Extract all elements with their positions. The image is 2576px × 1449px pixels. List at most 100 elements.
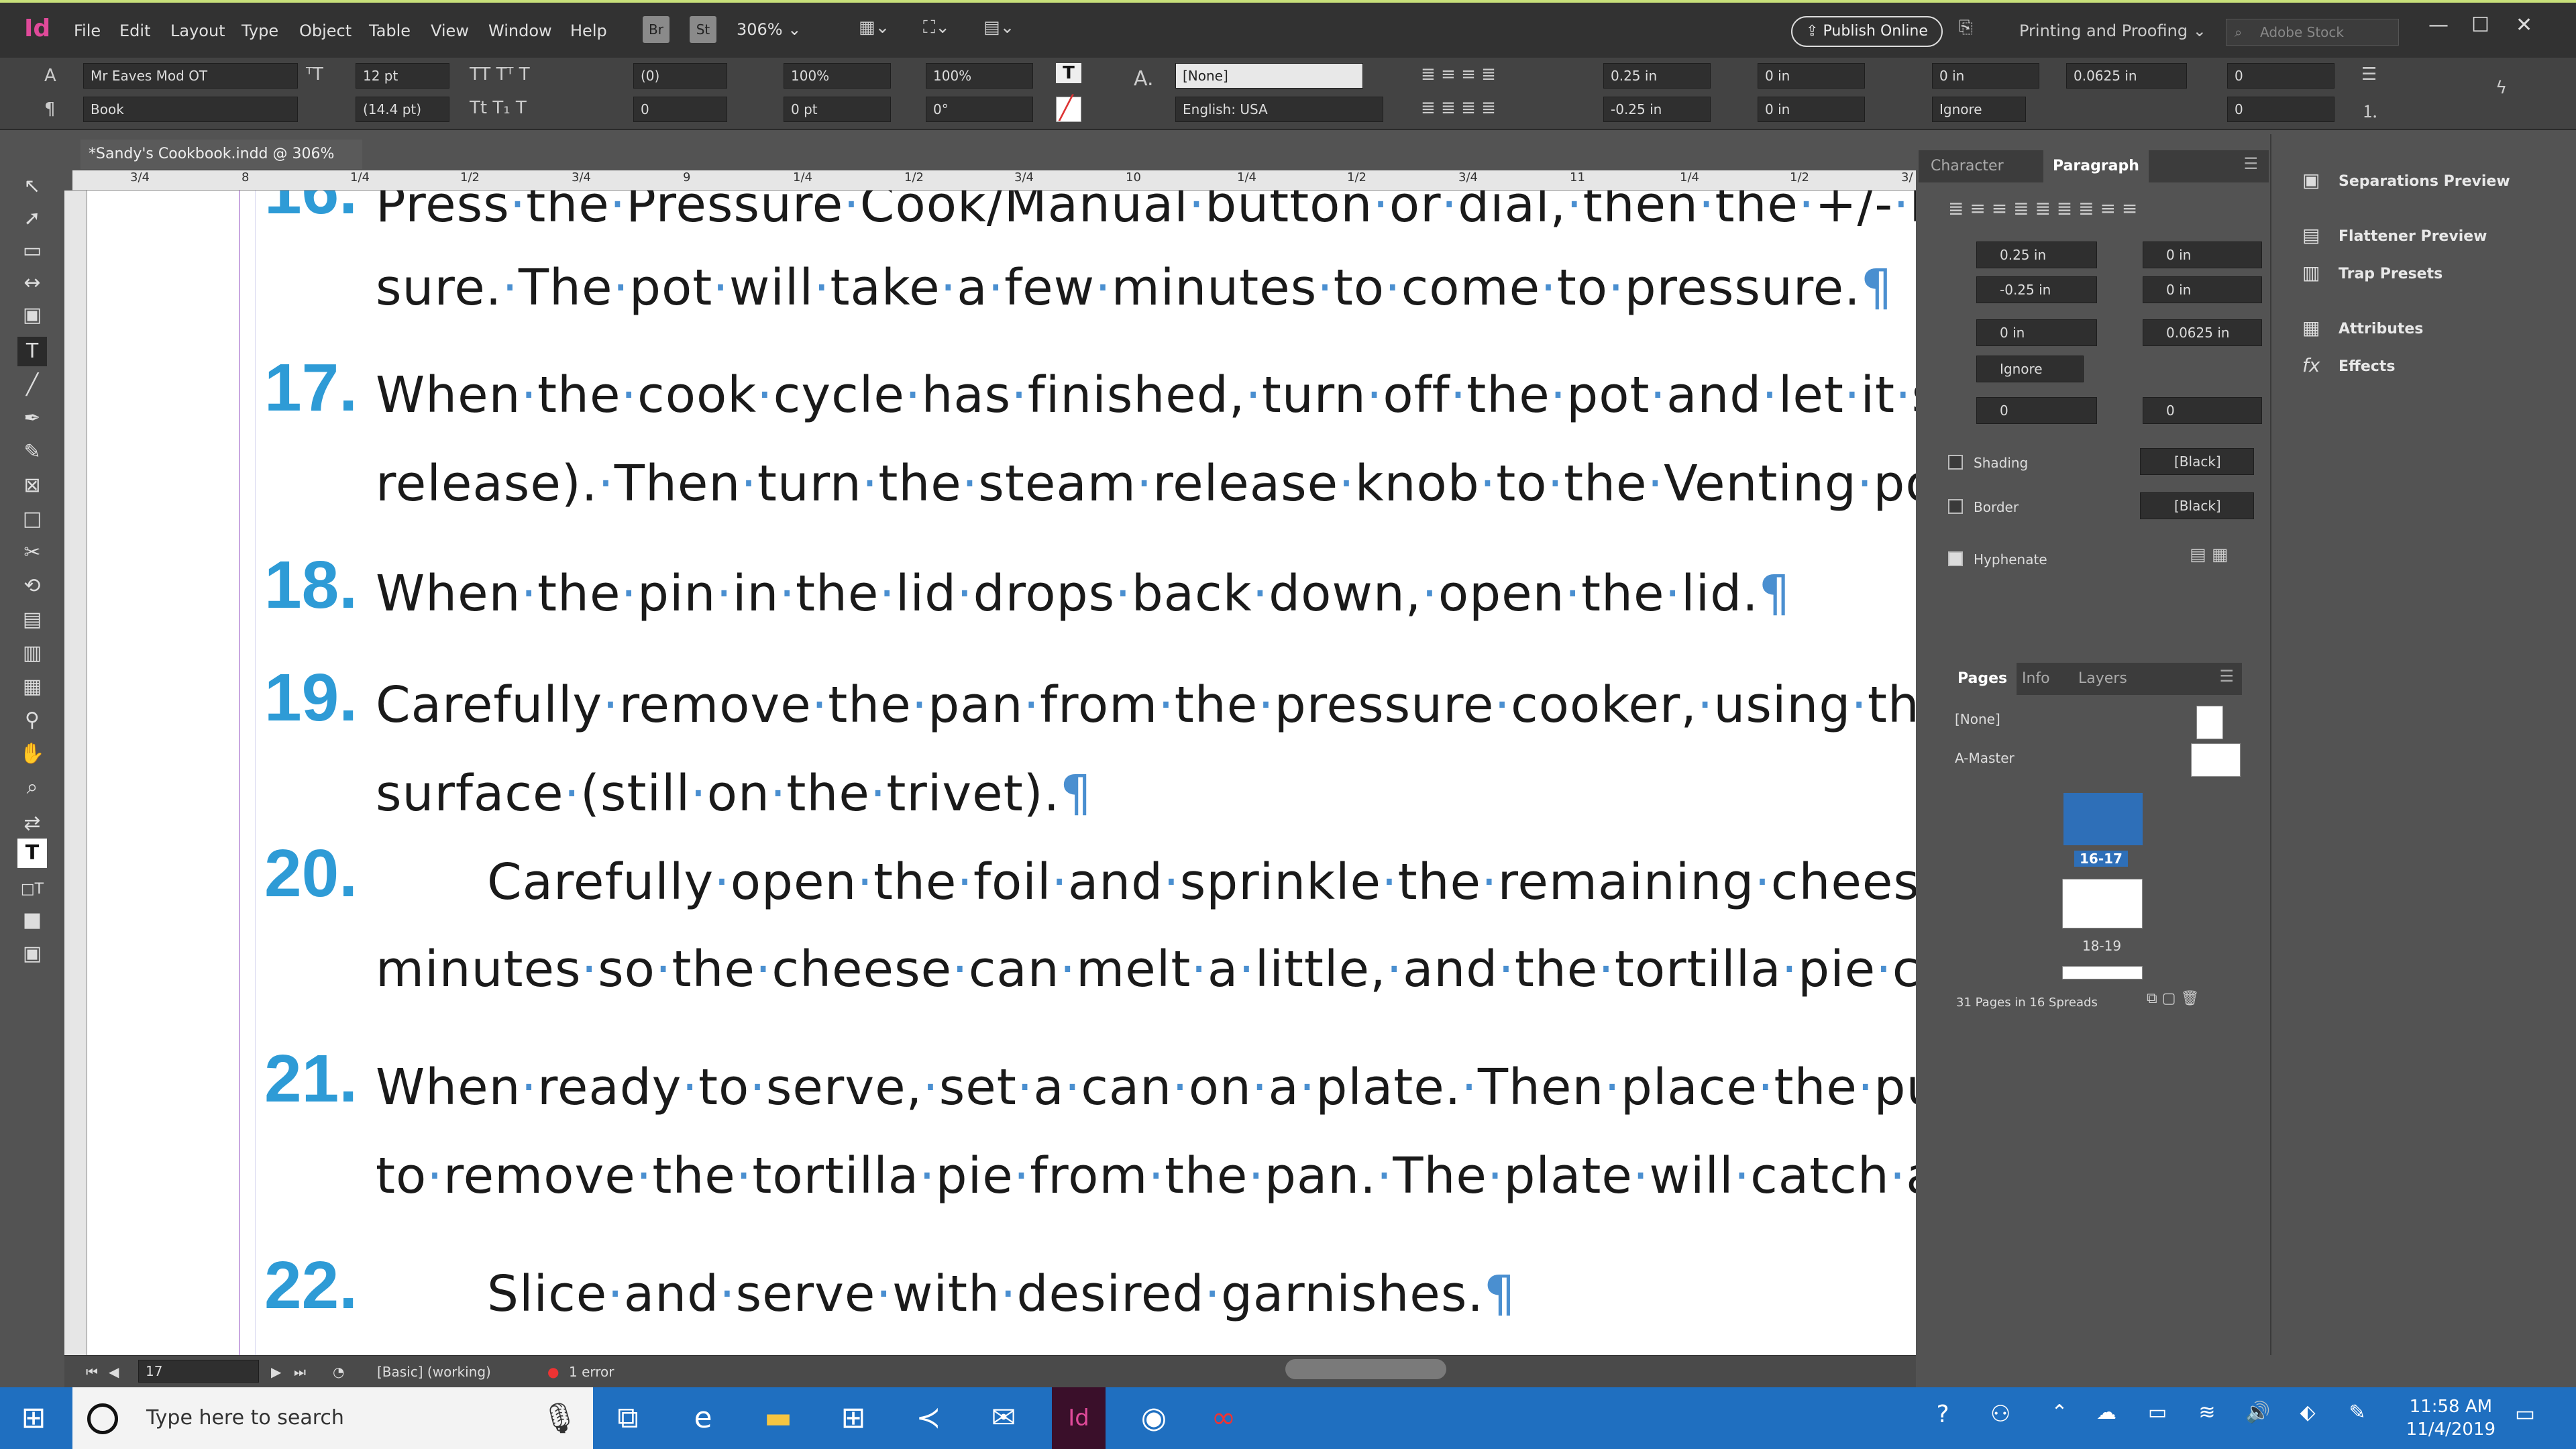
bullets-icon[interactable]: ☰ xyxy=(2361,64,2377,85)
kerning-field[interactable]: (0) xyxy=(633,63,727,89)
paragraph-align-icons[interactable]: ≣ ≡ ≡ ≣ ≣ ≣ ≣ ≡ ≡ xyxy=(1948,197,2137,219)
menu-table[interactable]: Table xyxy=(369,21,411,40)
publish-online-button[interactable]: ⇪ Publish Online xyxy=(1791,16,1943,47)
drop-cap-lines-field[interactable]: 0 xyxy=(1976,397,2097,424)
first-line-indent-field[interactable]: -0.25 in xyxy=(1603,97,1711,122)
scissors-tool-icon[interactable]: ✂ xyxy=(17,538,47,568)
spread-16-17-thumbnail[interactable] xyxy=(2063,793,2143,845)
step-text-line[interactable]: Carefully·open·the·foil·and·sprinkle·the… xyxy=(487,857,1916,907)
left-indent-field[interactable]: 0.25 in xyxy=(1976,241,2097,268)
stroke-none-icon[interactable]: ╱ xyxy=(1056,95,1081,122)
dock-attributes[interactable]: Attributes xyxy=(2339,321,2423,337)
task-view-icon[interactable]: ⧉ xyxy=(601,1401,655,1435)
step-text-line[interactable]: sure.·The·pot·will·take·a·few·minutes·to… xyxy=(376,263,1893,313)
next-page-icon[interactable]: ▶ xyxy=(271,1364,281,1380)
free-transform-tool-icon[interactable]: ⟲ xyxy=(17,572,47,601)
menu-help[interactable]: Help xyxy=(570,21,607,40)
pages-menu-icon[interactable]: ☰ xyxy=(2219,667,2234,686)
master-none[interactable]: [None] xyxy=(1955,711,2000,727)
step-text-line[interactable]: When·the·cook·cycle·has·finished,·turn·o… xyxy=(376,370,1916,420)
last-line-indent-field[interactable]: 0 in xyxy=(2143,276,2262,303)
border-checkbox[interactable] xyxy=(1948,499,1963,514)
step-text-line[interactable]: When·ready·to·serve,·set·a·can·on·a·plat… xyxy=(376,1063,1916,1112)
baseline-shift-field[interactable]: 0 pt xyxy=(784,97,891,122)
menu-window[interactable]: Window xyxy=(488,21,552,40)
step-text-line[interactable]: release).·Then·turn·the·steam·release·kn… xyxy=(376,459,1916,508)
maximize-icon[interactable]: ☐ xyxy=(2471,13,2489,37)
menu-layout[interactable]: Layout xyxy=(170,21,225,40)
system-clock[interactable]: 11:58 AM 11/4/2019 xyxy=(2406,1395,2496,1441)
spread-16-17-label[interactable]: 16-17 xyxy=(2074,851,2128,867)
close-icon[interactable]: ✕ xyxy=(2516,13,2532,37)
preflight-icon[interactable]: ◔ xyxy=(333,1364,344,1380)
tab-layers[interactable]: Layers xyxy=(2069,663,2137,695)
people-icon[interactable]: ⚇ xyxy=(1974,1401,2027,1428)
hyphenate-checkbox[interactable] xyxy=(1948,551,1963,566)
content-collector-icon[interactable]: ▣ xyxy=(17,301,47,330)
attributes-icon[interactable]: ▦ xyxy=(2302,317,2320,339)
paragraph-controls-icon[interactable]: ¶ xyxy=(44,99,56,119)
font-family-field[interactable]: Mr Eaves Mod OT xyxy=(83,63,298,89)
numbering-icon[interactable]: ⒈ xyxy=(2361,98,2379,123)
battery-icon[interactable]: ▭ xyxy=(2131,1401,2184,1424)
tracking-field[interactable]: 0 xyxy=(633,97,727,122)
space-before-field[interactable]: 0 in xyxy=(1932,63,2039,89)
font-size-field[interactable]: 12 pt xyxy=(356,63,449,89)
drop-cap-lines-field[interactable]: 0 xyxy=(2227,63,2334,89)
swap-colors-icon[interactable]: ⇄ xyxy=(17,809,47,839)
dock-separations-preview[interactable]: Separations Preview xyxy=(2339,173,2510,190)
microphone-icon[interactable]: 🎙 xyxy=(533,1401,586,1436)
menu-edit[interactable]: Edit xyxy=(119,21,150,40)
spread-18-19-thumbnail[interactable] xyxy=(2062,879,2143,928)
small-caps-icon[interactable]: Tt T₁ T xyxy=(470,98,527,118)
indesign-taskbar-icon[interactable]: Id xyxy=(1052,1387,1106,1449)
volume-icon[interactable]: 🔊 xyxy=(2231,1401,2285,1424)
preflight-profile[interactable]: [Basic] (working) xyxy=(377,1364,491,1380)
type-tool-icon[interactable]: T xyxy=(17,337,47,366)
drop-cap-chars-field[interactable]: 0 xyxy=(2143,397,2262,424)
space-before-field[interactable]: 0 in xyxy=(1976,319,2097,346)
space-after-field[interactable]: 0.0625 in xyxy=(2066,63,2187,89)
error-count[interactable]: 1 error xyxy=(569,1364,614,1380)
first-page-icon[interactable]: ⏮ xyxy=(86,1364,98,1380)
span-columns-icon[interactable]: ▤ ▦ xyxy=(2190,545,2228,565)
note-tool-icon[interactable]: ▦ xyxy=(17,672,47,702)
creative-cloud-icon[interactable]: ∞ xyxy=(1197,1401,1250,1435)
last-line-indent-field[interactable]: 0 in xyxy=(1758,97,1865,122)
tab-info[interactable]: Info xyxy=(2012,663,2059,695)
character-controls-icon[interactable]: A xyxy=(44,66,56,86)
tab-character[interactable]: Character xyxy=(1921,150,2013,182)
horizontal-scale-field[interactable]: 100% xyxy=(926,63,1033,89)
edge-icon[interactable]: e xyxy=(676,1401,730,1435)
trap-presets-icon[interactable]: ▥ xyxy=(2302,262,2320,284)
store-icon[interactable]: ⊞ xyxy=(826,1401,880,1435)
spread-18-19-label[interactable]: 18-19 xyxy=(2082,938,2121,954)
lightning-icon[interactable]: ϟ xyxy=(2496,78,2507,98)
drop-cap-chars-field[interactable]: 0 xyxy=(2227,97,2334,122)
space-after-field[interactable]: 0.0625 in xyxy=(2143,319,2262,346)
effects-icon[interactable]: fx xyxy=(2302,354,2320,376)
menu-object[interactable]: Object xyxy=(299,21,352,40)
file-explorer-icon[interactable]: ▬ xyxy=(751,1401,805,1435)
shading-color-field[interactable]: [Black] xyxy=(2140,448,2254,475)
left-indent-field[interactable]: 0.25 in xyxy=(1603,63,1711,89)
spread-next-thumbnail[interactable] xyxy=(2062,966,2143,979)
step-text-line[interactable]: When·the·pin·in·the·lid·drops·back·down,… xyxy=(376,569,1791,619)
view-options-icon[interactable]: ▦⌄ xyxy=(859,17,890,38)
last-page-icon[interactable]: ⏭ xyxy=(294,1364,306,1380)
screen-mode-icon[interactable]: ⛶⌄ xyxy=(923,17,950,38)
pen-icon[interactable]: ✎ xyxy=(2330,1401,2384,1424)
share-icon[interactable]: ⎘ xyxy=(1959,17,1973,38)
font-style-field[interactable]: Book xyxy=(83,97,298,122)
character-style-field[interactable]: [None] xyxy=(1175,63,1363,89)
menu-type[interactable]: Type xyxy=(241,21,278,40)
onedrive-icon[interactable]: ☁ xyxy=(2080,1401,2133,1424)
leading-field[interactable]: (14.4 pt) xyxy=(356,97,449,122)
taskbar-search[interactable]: Type here to search xyxy=(72,1387,593,1449)
justify-icon[interactable]: ≣ ≣ ≣ ≣ xyxy=(1421,98,1496,118)
page-number-field[interactable]: 17 xyxy=(138,1360,259,1383)
step-text-line[interactable]: surface·(still·on·the·trivet).¶ xyxy=(376,769,1092,818)
adobe-stock-search[interactable]: ⌕ Adobe Stock xyxy=(2226,19,2399,46)
master-a-thumbnail[interactable] xyxy=(2191,743,2241,777)
horizontal-ruler[interactable]: 3/4 8 1/4 1/2 3/4 9 1/4 1/2 3/4 10 1/4 1… xyxy=(72,170,1916,191)
